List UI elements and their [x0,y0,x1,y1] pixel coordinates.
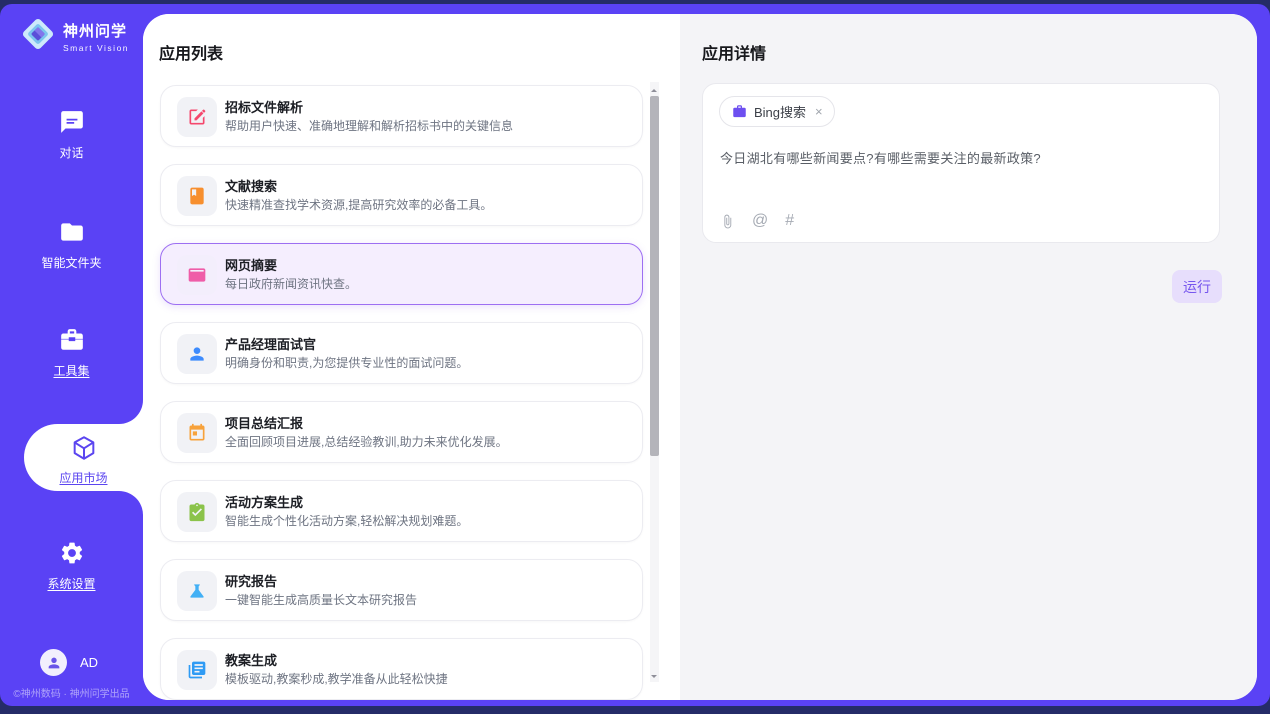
briefcase-icon [732,104,747,119]
chip-remove-icon[interactable]: × [815,104,823,119]
sidebar-item-toolkit[interactable]: 工具集 [0,327,143,379]
app-card-title: 招标文件解析 [225,97,303,116]
app-card[interactable]: 产品经理面试官明确身份和职责,为您提供专业性的面试问题。 [160,322,643,384]
app-card-desc: 帮助用户快速、准确地理解和解析招标书中的关键信息 [225,117,513,134]
research-icon [177,571,217,611]
tool-chip[interactable]: Bing搜索 × [719,96,835,127]
mention-icon[interactable]: @ [752,213,768,229]
avatar [40,649,67,676]
app-card-title: 项目总结汇报 [225,413,303,432]
app-detail-pane: 应用详情 Bing搜索 × 今日湖北有哪些新闻要点?有哪些需要关注的最新政策? [680,14,1257,700]
app-list-title: 应用列表 [159,40,223,64]
brand-logo: 神州问学 Smart Vision [20,16,129,57]
app-card-title: 网页摘要 [225,255,277,274]
tool-chip-label: Bing搜索 [754,102,806,121]
prompt-text[interactable]: 今日湖北有哪些新闻要点?有哪些需要关注的最新政策? [720,148,1041,167]
app-card-title: 文献搜索 [225,176,277,195]
user-initials: AD [80,655,98,670]
app-list-pane: 应用列表 招标文件解析帮助用户快速、准确地理解和解析招标书中的关键信息文献搜索快… [143,14,680,700]
app-card[interactable]: 项目总结汇报全面回顾项目进展,总结经验教训,助力未来优化发展。 [160,401,643,463]
sidebar-item-smart-folder[interactable]: 智能文件夹 [0,219,143,271]
brand-name: 神州问学 [63,20,129,41]
sidebar-item-settings[interactable]: 系统设置 [0,540,143,592]
app-window: 神州问学 Smart Vision 对话智能文件夹工具集应用市场系统设置 AD … [0,4,1270,706]
main-content: 应用列表 招标文件解析帮助用户快速、准确地理解和解析招标书中的关键信息文献搜索快… [143,14,1257,700]
app-card[interactable]: 文献搜索快速精准查找学术资源,提高研究效率的必备工具。 [160,164,643,226]
copyright-text: ©神州数码 · 神州问学出品 [0,685,143,700]
app-card-desc: 模板驱动,教案秒成,教学准备从此轻松快捷 [225,670,448,687]
app-card-desc: 每日政府新闻资讯快查。 [225,275,357,292]
app-card-title: 教案生成 [225,650,277,669]
sidebar-item-app-market[interactable]: 应用市场 [24,424,143,491]
gear-icon [0,540,143,568]
app-card-desc: 智能生成个性化活动方案,轻松解决规划难题。 [225,512,468,529]
attach-icon[interactable] [720,214,735,229]
interviewer-icon [177,334,217,374]
app-card-desc: 一键智能生成高质量长文本研究报告 [225,591,417,608]
app-card[interactable]: 招标文件解析帮助用户快速、准确地理解和解析招标书中的关键信息 [160,85,643,147]
app-card-title: 研究报告 [225,571,277,590]
scrollbar-thumb[interactable] [650,96,659,456]
books-icon [177,650,217,690]
scrollbar-down-arrow-icon[interactable] [650,669,659,681]
app-card[interactable]: 研究报告一键智能生成高质量长文本研究报告 [160,559,643,621]
run-button[interactable]: 运行 [1172,270,1222,303]
cube-icon [24,434,143,462]
desktop-background: 神州问学 Smart Vision 对话智能文件夹工具集应用市场系统设置 AD … [0,0,1270,714]
app-card-title: 产品经理面试官 [225,334,316,353]
toolbox-icon [0,327,143,355]
app-card-desc: 明确身份和职责,为您提供专业性的面试问题。 [225,354,468,371]
book-icon [177,176,217,216]
diamond-logo-icon [20,16,56,57]
browser-icon [177,255,217,295]
app-card-title: 活动方案生成 [225,492,303,511]
input-toolbar: @ # [720,213,794,229]
app-detail-title: 应用详情 [702,40,766,64]
app-card-desc: 快速精准查找学术资源,提高研究效率的必备工具。 [225,196,492,213]
app-card-desc: 全面回顾项目进展,总结经验教训,助力未来优化发展。 [225,433,508,450]
folder-icon [0,219,143,247]
chat-icon [0,109,143,137]
app-card[interactable]: 教案生成模板驱动,教案秒成,教学准备从此轻松快捷 [160,638,643,700]
app-card[interactable]: 活动方案生成智能生成个性化活动方案,轻松解决规划难题。 [160,480,643,542]
user-account[interactable]: AD [40,649,98,676]
sidebar: 神州问学 Smart Vision 对话智能文件夹工具集应用市场系统设置 AD … [0,4,143,706]
edit-document-icon [177,97,217,137]
prompt-card[interactable]: Bing搜索 × 今日湖北有哪些新闻要点?有哪些需要关注的最新政策? @ # [702,83,1220,243]
active-tab-curve-bottom [119,491,143,515]
clipboard-check-icon [177,492,217,532]
sidebar-item-chat[interactable]: 对话 [0,109,143,161]
scrollbar[interactable] [650,82,659,682]
app-card[interactable]: 网页摘要每日政府新闻资讯快查。 [160,243,643,305]
hash-icon[interactable]: # [785,213,794,229]
calendar-icon [177,413,217,453]
active-tab-curve-top [119,400,143,424]
brand-subtitle: Smart Vision [63,43,129,53]
scrollbar-up-arrow-icon[interactable] [650,83,659,95]
